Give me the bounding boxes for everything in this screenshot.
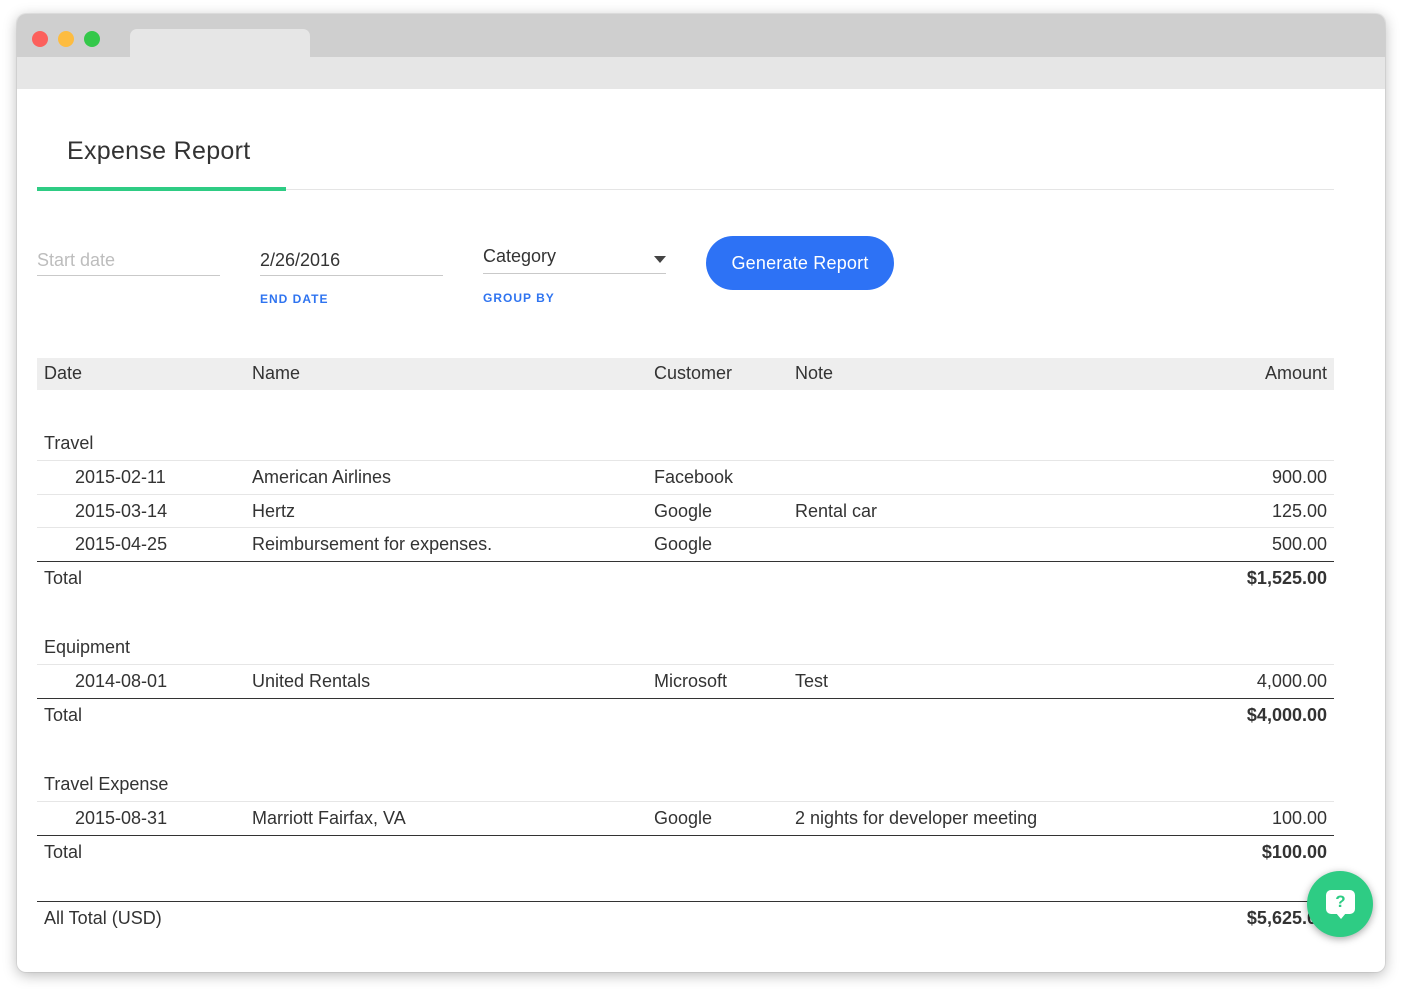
generate-report-button[interactable]: Generate Report (706, 236, 894, 290)
speech-bubble-tail (1336, 913, 1346, 919)
chevron-down-icon (654, 256, 666, 263)
total-amount: $100.00 (1261, 842, 1327, 862)
row-amount: 900.00 (1271, 467, 1327, 487)
row-date: 2015-08-31 (75, 808, 168, 828)
row-name: United Rentals (252, 671, 371, 691)
all-total-row: All Total (USD) $5,625.00 (37, 901, 1334, 935)
table-row[interactable]: 2015-03-14 Hertz Google Rental car 125.0… (37, 494, 1334, 528)
column-header-amount: Amount (1264, 363, 1327, 383)
row-date: 2015-04-25 (75, 534, 168, 554)
row-amount: 4,000.00 (1256, 671, 1327, 691)
row-customer: Google (654, 808, 713, 828)
table-row[interactable]: 2015-08-31 Marriott Fairfax, VA Google 2… (37, 801, 1334, 835)
total-amount: $1,525.00 (1246, 568, 1327, 588)
column-header-note: Note (795, 363, 834, 383)
column-header-date: Date (44, 363, 83, 383)
column-header-name: Name (252, 363, 301, 383)
row-date: 2014-08-01 (75, 671, 168, 691)
group-label: Equipment (44, 637, 131, 657)
group-total-row: Total $1,525.00 (37, 561, 1334, 595)
total-label: Total (44, 705, 83, 725)
group-total-row: Total $100.00 (37, 835, 1334, 869)
column-header-customer: Customer (654, 363, 733, 383)
row-amount: 100.00 (1271, 808, 1327, 828)
row-name: American Airlines (252, 467, 392, 487)
row-date: 2015-02-11 (75, 467, 166, 487)
group-label: Travel (44, 433, 94, 453)
minimize-window-button[interactable] (58, 31, 74, 47)
total-amount: $4,000.00 (1246, 705, 1327, 725)
row-customer: Facebook (654, 467, 734, 487)
table-row[interactable]: 2015-02-11 American Airlines Facebook 90… (37, 460, 1334, 494)
group-by-value: Category (483, 246, 557, 266)
row-note: Rental car (795, 501, 878, 521)
row-amount: 125.00 (1271, 501, 1327, 521)
table-row[interactable]: 2015-04-25 Reimbursement for expenses. G… (37, 527, 1334, 561)
page-title: Expense Report (67, 137, 251, 165)
total-label: Total (44, 842, 83, 862)
end-date-input[interactable] (260, 248, 443, 271)
help-chat-icon: ? (1326, 890, 1355, 914)
row-note: 2 nights for developer meeting (795, 808, 1038, 828)
end-date-field[interactable] (260, 248, 443, 276)
end-date-label: END DATE (260, 292, 329, 306)
row-name: Reimbursement for expenses. (252, 534, 493, 554)
row-name: Hertz (252, 501, 296, 521)
group-label: Travel Expense (44, 774, 169, 794)
row-name: Marriott Fairfax, VA (252, 808, 406, 828)
help-chat-button[interactable]: ? (1307, 871, 1373, 937)
browser-titlebar (17, 14, 1385, 89)
browser-window: Expense Report END DATE Category GROUP B… (17, 14, 1385, 972)
row-customer: Google (654, 534, 713, 554)
group-by-select[interactable]: Category (483, 246, 666, 274)
group-by-label: GROUP BY (483, 291, 555, 305)
table-row[interactable]: 2014-08-01 United Rentals Microsoft Test… (37, 664, 1334, 698)
title-accent-underline (37, 187, 286, 191)
maximize-window-button[interactable] (84, 31, 100, 47)
close-window-button[interactable] (32, 31, 48, 47)
group-total-row: Total $4,000.00 (37, 698, 1334, 732)
row-customer: Google (654, 501, 713, 521)
start-date-input[interactable] (37, 248, 220, 271)
row-date: 2015-03-14 (75, 501, 168, 521)
start-date-field[interactable] (37, 248, 220, 276)
browser-tab[interactable] (130, 29, 310, 57)
row-customer: Microsoft (654, 671, 728, 691)
page-content: Expense Report END DATE Category GROUP B… (17, 89, 1385, 972)
total-label: Total (44, 568, 83, 588)
all-total-label: All Total (USD) (44, 908, 162, 928)
row-note: Test (795, 671, 829, 691)
table-header-row: Date Name Customer Note Amount (37, 358, 1334, 390)
row-amount: 500.00 (1271, 534, 1327, 554)
